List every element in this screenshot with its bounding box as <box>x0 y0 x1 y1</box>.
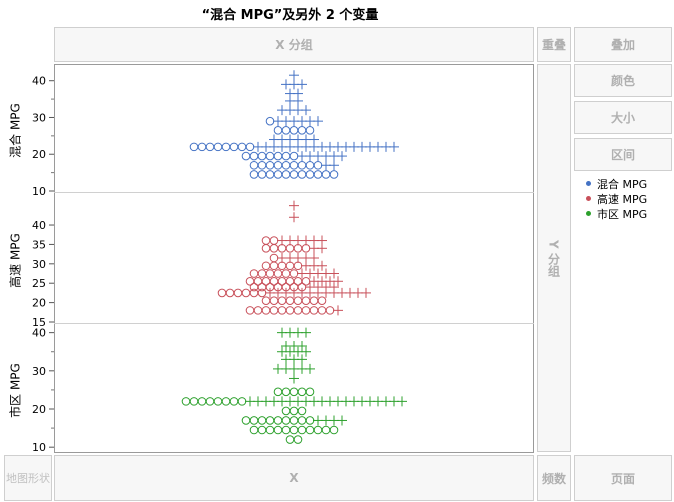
legend-swatch <box>586 196 591 201</box>
x-group-zone[interactable]: X 分组 <box>54 27 534 62</box>
panel-separator <box>54 192 534 193</box>
size-zone[interactable]: 大小 <box>574 101 672 134</box>
chart-title: “混合 MPG”及另外 2 个变量 <box>201 8 379 23</box>
legend-item-highway[interactable]: 高速 MPG <box>586 191 647 206</box>
y-tick-label: 20 <box>32 148 46 161</box>
legend-label: 高速 MPG <box>597 192 648 206</box>
legend-swatch <box>586 181 591 186</box>
panel-1-ylabel: 混合 MPG <box>8 103 23 158</box>
y-tick-label: 30 <box>32 365 46 378</box>
plot-frame <box>54 64 534 453</box>
color-zone[interactable]: 颜色 <box>574 64 672 97</box>
overlay-zone[interactable]: 叠加 <box>574 27 672 62</box>
y-tick-label: 10 <box>32 441 46 454</box>
interval-zone[interactable]: 区间 <box>574 138 672 171</box>
y-tick-label: 40 <box>32 75 46 88</box>
y-tick-label: 10 <box>32 185 46 198</box>
y-tick-label: 40 <box>32 327 46 340</box>
legend-item-city[interactable]: 市区 MPG <box>586 206 647 221</box>
y-tick-label: 30 <box>32 258 46 271</box>
legend-label: 混合 MPG <box>597 177 648 191</box>
legend: 混合 MPG 高速 MPG 市区 MPG <box>586 176 647 221</box>
map-shape-zone[interactable]: 地图形状 <box>4 455 52 501</box>
y-tick-label: 15 <box>32 316 46 329</box>
panel-2-ylabel: 高速 MPG <box>8 233 23 288</box>
panel-separator <box>54 323 534 324</box>
page-zone[interactable]: 页面 <box>574 455 672 501</box>
freq-zone[interactable]: 频数 <box>537 455 571 501</box>
x-zone[interactable]: X <box>54 455 534 501</box>
panel-3-ylabel: 市区 MPG <box>8 363 23 418</box>
legend-item-combined[interactable]: 混合 MPG <box>586 176 647 191</box>
y-tick-label: 25 <box>32 277 46 290</box>
legend-swatch <box>586 211 591 216</box>
y-tick-label: 20 <box>32 297 46 310</box>
y-group-zone[interactable]: Y 分组 <box>537 64 571 452</box>
legend-label: 市区 MPG <box>597 207 648 221</box>
y-tick-label: 20 <box>32 403 46 416</box>
y-tick-label: 30 <box>32 111 46 124</box>
y-tick-label: 35 <box>32 238 46 251</box>
wrap-zone[interactable]: 重叠 <box>537 27 571 62</box>
y-tick-label: 40 <box>32 219 46 232</box>
